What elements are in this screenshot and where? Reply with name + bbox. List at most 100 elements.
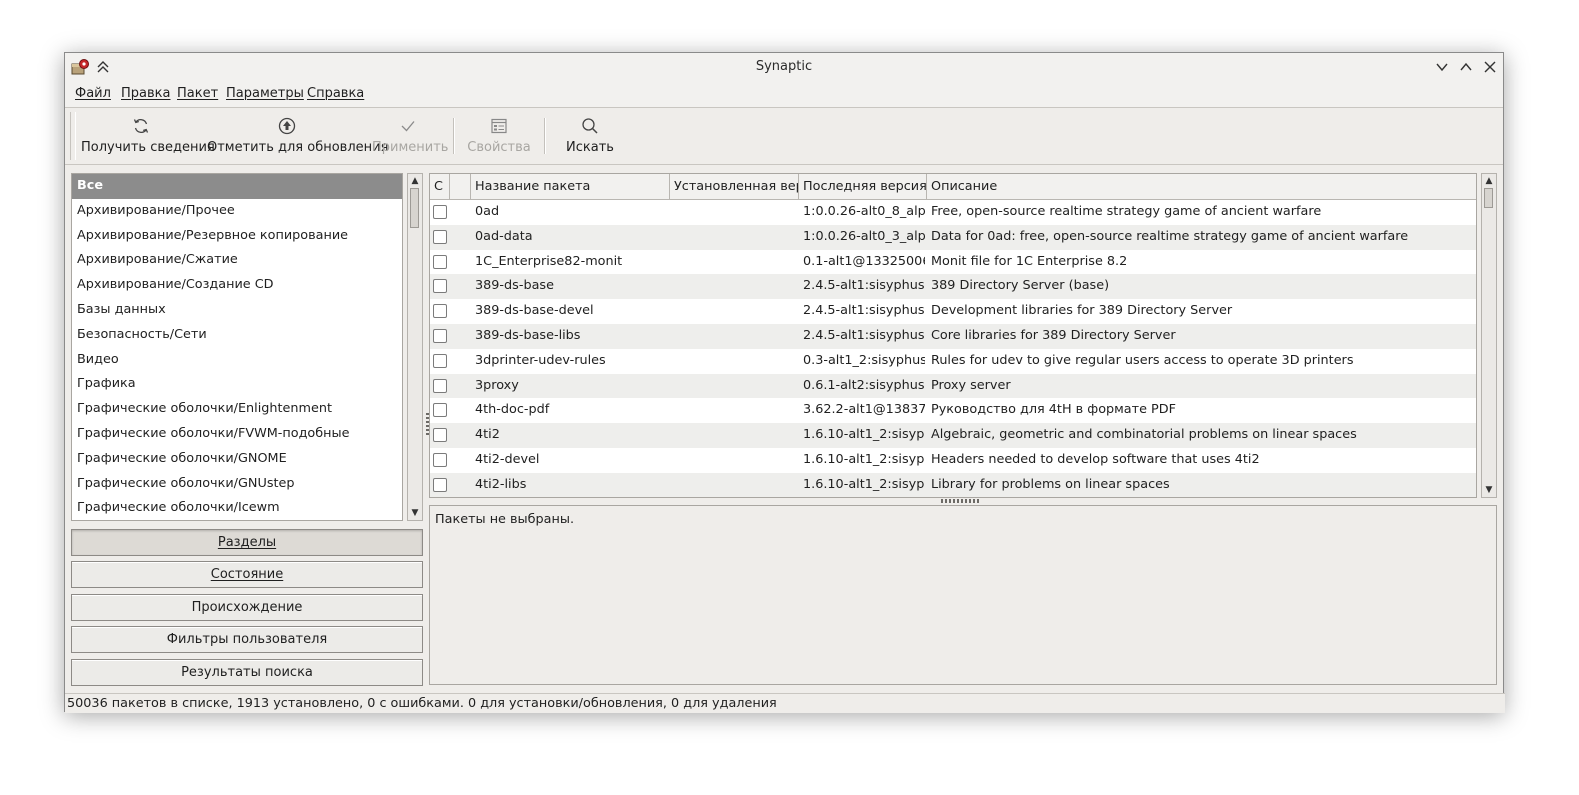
package-description: Development libraries for 389 Directory … bbox=[931, 303, 1233, 319]
category-item[interactable]: Архивирование/Прочее bbox=[72, 199, 402, 224]
category-item[interactable]: Базы данных bbox=[72, 298, 402, 323]
package-name: 0ad bbox=[475, 204, 500, 219]
synaptic-window: Synaptic Файл Правка Пакет Параметры Спр… bbox=[64, 52, 1505, 713]
horizontal-splitter-handle[interactable] bbox=[941, 499, 981, 503]
mark-upgrades-button[interactable]: Отметить для обновления bbox=[207, 108, 388, 164]
package-name: 1C_Enterprise82-monit bbox=[475, 253, 623, 269]
category-item[interactable]: Графические оболочки/Enlightenment bbox=[72, 397, 402, 422]
sections-filter-label: Разделы bbox=[217, 535, 277, 550]
column-header-flag[interactable] bbox=[450, 174, 471, 199]
category-item[interactable]: Безопасность/Сети bbox=[72, 323, 402, 348]
package-name: 389-ds-base-devel bbox=[475, 303, 594, 319]
custom-filters-label: Фильтры пользователя bbox=[166, 632, 328, 647]
package-checkbox[interactable] bbox=[433, 229, 447, 244]
package-checkbox[interactable] bbox=[433, 205, 447, 219]
package-checkbox[interactable] bbox=[433, 403, 447, 418]
package-checkbox[interactable] bbox=[433, 353, 447, 368]
package-latest-version: 2.4.5-alt1:sisyphus+33 bbox=[803, 303, 925, 319]
checkmark-icon bbox=[401, 121, 415, 132]
column-header-latest[interactable]: Последняя версия bbox=[799, 174, 927, 199]
table-row[interactable]: 4ti2 1.6.10-alt1_2:sisyphus- Algebraic, … bbox=[430, 423, 1476, 448]
apply-label: Применить bbox=[372, 140, 449, 155]
category-scrollbar[interactable]: ▲ ▼ bbox=[407, 173, 423, 521]
origin-filter-button[interactable]: Происхождение bbox=[71, 594, 423, 621]
category-item[interactable]: Архивирование/Сжатие bbox=[72, 248, 402, 273]
status-filter-button[interactable]: Состояние bbox=[71, 561, 423, 588]
menu-file[interactable]: Файл bbox=[75, 86, 111, 101]
table-row[interactable]: 389-ds-base-devel 2.4.5-alt1:sisyphus+33… bbox=[430, 299, 1476, 324]
chevron-down-icon bbox=[1436, 63, 1448, 72]
package-installed-version bbox=[674, 473, 796, 497]
menu-settings[interactable]: Параметры bbox=[226, 86, 304, 101]
package-latest-version: 1.6.10-alt1_2:sisyphus- bbox=[803, 476, 925, 492]
package-checkbox[interactable] bbox=[433, 329, 447, 343]
close-button[interactable] bbox=[1482, 59, 1498, 75]
maximize-button[interactable] bbox=[1458, 59, 1474, 75]
menu-help[interactable]: Справка bbox=[307, 86, 364, 101]
table-row[interactable]: 0ad 1:0.0.26-alt0_8_alpha:sisyphus Free,… bbox=[430, 200, 1476, 225]
category-item[interactable]: Графические оболочки/FVWM-подобные bbox=[72, 422, 402, 447]
reload-icon bbox=[133, 118, 149, 134]
table-row[interactable]: 4ti2-devel 1.6.10-alt1_2:sisyphus- Heade… bbox=[430, 448, 1476, 473]
package-table-scrollbar[interactable]: ▲ ▼ bbox=[1481, 173, 1497, 498]
package-name: 4ti2-libs bbox=[475, 476, 527, 492]
properties-label: Свойства bbox=[467, 140, 531, 155]
category-item[interactable]: Видео bbox=[72, 348, 402, 373]
package-checkbox[interactable] bbox=[433, 254, 447, 269]
apply-button[interactable]: Применить bbox=[372, 108, 449, 164]
package-description: 389 Directory Server (base) bbox=[931, 278, 1110, 294]
package-name: 4ti2-devel bbox=[475, 452, 540, 467]
properties-icon bbox=[491, 118, 507, 134]
toolbar-grip[interactable] bbox=[70, 112, 76, 160]
sections-filter-button[interactable]: Разделы bbox=[71, 529, 423, 556]
table-row[interactable]: 1C_Enterprise82-monit 0.1-alt1@133250064… bbox=[430, 250, 1476, 275]
table-row[interactable]: 389-ds-base-libs 2.4.5-alt1:sisyphus+33 … bbox=[430, 324, 1476, 349]
package-checkbox[interactable] bbox=[433, 477, 447, 492]
scroll-up-arrow-icon[interactable]: ▲ bbox=[409, 175, 421, 187]
table-row[interactable]: 4ti2-libs 1.6.10-alt1_2:sisyphus- Librar… bbox=[430, 472, 1476, 497]
package-latest-version: 1.6.10-alt1_2:sisyphus- bbox=[803, 452, 925, 467]
category-item[interactable]: Графика bbox=[72, 372, 402, 397]
minimize-button[interactable] bbox=[1434, 59, 1450, 75]
properties-button[interactable]: Свойства bbox=[465, 108, 533, 164]
column-header-status[interactable]: С bbox=[430, 174, 450, 199]
menu-edit[interactable]: Правка bbox=[121, 86, 170, 101]
scroll-up-arrow-icon[interactable]: ▲ bbox=[1483, 175, 1495, 187]
column-header-installed[interactable]: Установленная версия bbox=[670, 174, 799, 199]
package-installed-version bbox=[674, 324, 796, 349]
reload-button[interactable]: Получить сведения bbox=[81, 108, 215, 164]
search-results-button[interactable]: Результаты поиска bbox=[71, 659, 423, 686]
package-checkbox[interactable] bbox=[433, 304, 447, 319]
table-row[interactable]: 3proxy 0.6.1-alt2:sisyphus+26 Proxy serv… bbox=[430, 373, 1476, 399]
scroll-down-arrow-icon[interactable]: ▼ bbox=[409, 507, 421, 519]
table-row[interactable]: 3dprinter-udev-rules 0.3-alt1_2:sisyphus… bbox=[430, 349, 1476, 374]
search-button[interactable]: Искать bbox=[560, 108, 620, 164]
package-checkbox[interactable] bbox=[433, 279, 447, 294]
category-item[interactable]: Графические оболочки/GNOME bbox=[72, 447, 402, 472]
table-row[interactable]: 389-ds-base 2.4.5-alt1:sisyphus+33 389 D… bbox=[430, 274, 1476, 300]
status-filter-label: Состояние bbox=[210, 567, 284, 582]
details-text: Пакеты не выбраны. bbox=[435, 512, 575, 527]
package-checkbox[interactable] bbox=[433, 428, 447, 443]
custom-filters-button[interactable]: Фильтры пользователя bbox=[71, 626, 423, 653]
category-list[interactable]: Все Архивирование/Прочее Архивирование/Р… bbox=[71, 173, 403, 521]
scroll-thumb[interactable] bbox=[410, 188, 419, 228]
scroll-down-arrow-icon[interactable]: ▼ bbox=[1483, 484, 1495, 496]
menu-package[interactable]: Пакет bbox=[177, 86, 218, 101]
category-item[interactable]: Архивирование/Резервное копирование bbox=[72, 224, 402, 249]
package-description: Proxy server bbox=[931, 377, 1011, 393]
table-row[interactable]: 0ad-data 1:0.0.26-alt0_3_alpha:sisyphus … bbox=[430, 224, 1476, 250]
package-installed-version bbox=[674, 250, 796, 275]
category-item[interactable]: Архивирование/Создание CD bbox=[72, 273, 402, 298]
scroll-thumb[interactable] bbox=[1484, 188, 1493, 208]
column-header-name[interactable]: Название пакета bbox=[471, 174, 670, 199]
category-item-all[interactable]: Все bbox=[72, 174, 402, 199]
package-checkbox[interactable] bbox=[433, 378, 447, 393]
category-item[interactable]: Графические оболочки/Icewm bbox=[72, 496, 402, 520]
package-checkbox[interactable] bbox=[433, 453, 447, 467]
table-header: С Название пакета Установленная версия П… bbox=[430, 174, 1476, 200]
column-header-description[interactable]: Описание bbox=[927, 174, 1476, 199]
category-item[interactable]: Графические оболочки/GNUstep bbox=[72, 472, 402, 497]
menu-bar: Файл Правка Пакет Параметры Справка bbox=[65, 81, 1503, 108]
table-row[interactable]: 4th-doc-pdf 3.62.2-alt1@13837675 Руковод… bbox=[430, 398, 1476, 423]
